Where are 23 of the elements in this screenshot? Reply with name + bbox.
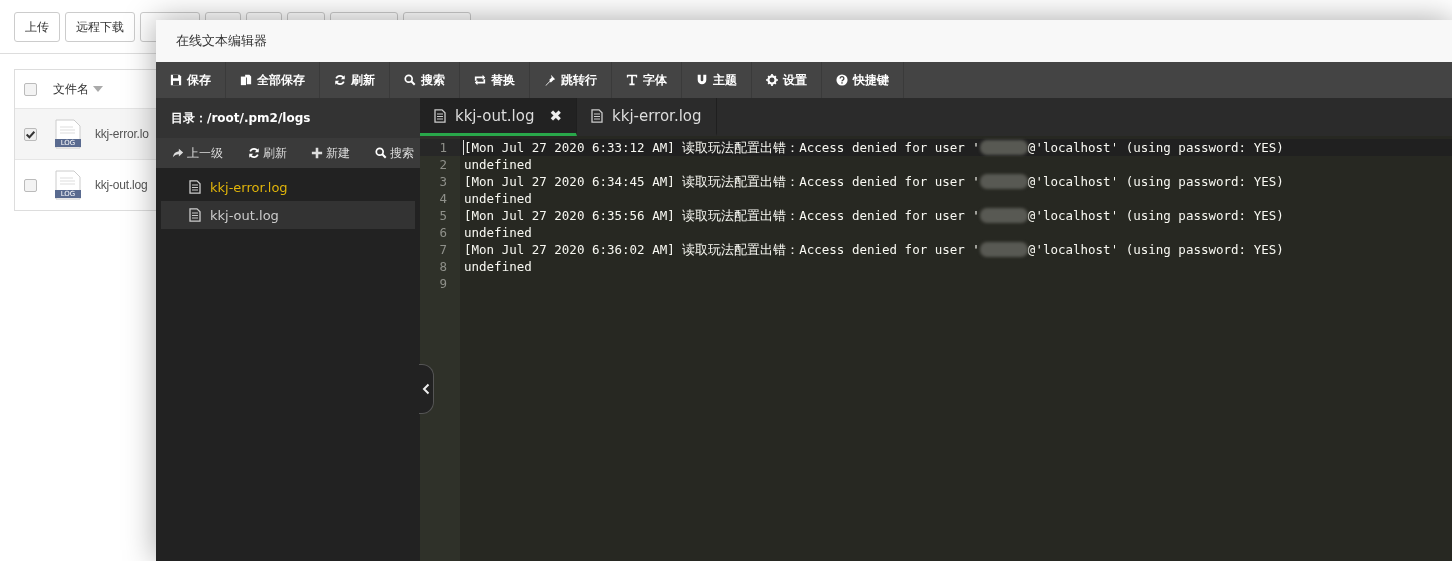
code-line: [Mon Jul 27 2020 6:34:45 AM] 读取玩法配置出错：Access denied for user ' bbox=[464, 173, 980, 190]
line-number: 1 bbox=[420, 139, 460, 156]
directory-path: 目录：/root/.pm2/logs bbox=[171, 109, 311, 127]
dialog-title: 在线文本编辑器 bbox=[176, 32, 267, 50]
code-line: [Mon Jul 27 2020 6:35:56 AM] 读取玩法配置出错：Access denied for user ' bbox=[464, 207, 980, 224]
code-line: undefined bbox=[464, 224, 532, 241]
code-line: undefined bbox=[464, 190, 532, 207]
code-line: [Mon Jul 27 2020 6:33:12 AM] 读取玩法配置出错：Access denied for user ' bbox=[464, 139, 980, 156]
code-line: [Mon Jul 27 2020 6:36:02 AM] 读取玩法配置出错：Access denied for user ' bbox=[464, 241, 980, 258]
line-number: 2 bbox=[438, 156, 448, 173]
code-line: undefined bbox=[464, 258, 532, 275]
line-number: 9 bbox=[438, 275, 448, 292]
line-number: 3 bbox=[438, 173, 448, 190]
code-line: @'localhost' (using password: YES) bbox=[1027, 207, 1284, 224]
code-line: undefined bbox=[464, 156, 532, 173]
code-line: @'localhost' (using password: YES) bbox=[1027, 139, 1284, 156]
code-line: @'localhost' (using password: YES) bbox=[1027, 241, 1284, 258]
line-number: 7 bbox=[438, 241, 448, 258]
line-number: 5 bbox=[438, 207, 448, 224]
code-line: @'localhost' (using password: YES) bbox=[1027, 173, 1284, 190]
line-number: 8 bbox=[438, 258, 448, 275]
line-number: 6 bbox=[438, 224, 448, 241]
line-number: 4 bbox=[438, 190, 448, 207]
